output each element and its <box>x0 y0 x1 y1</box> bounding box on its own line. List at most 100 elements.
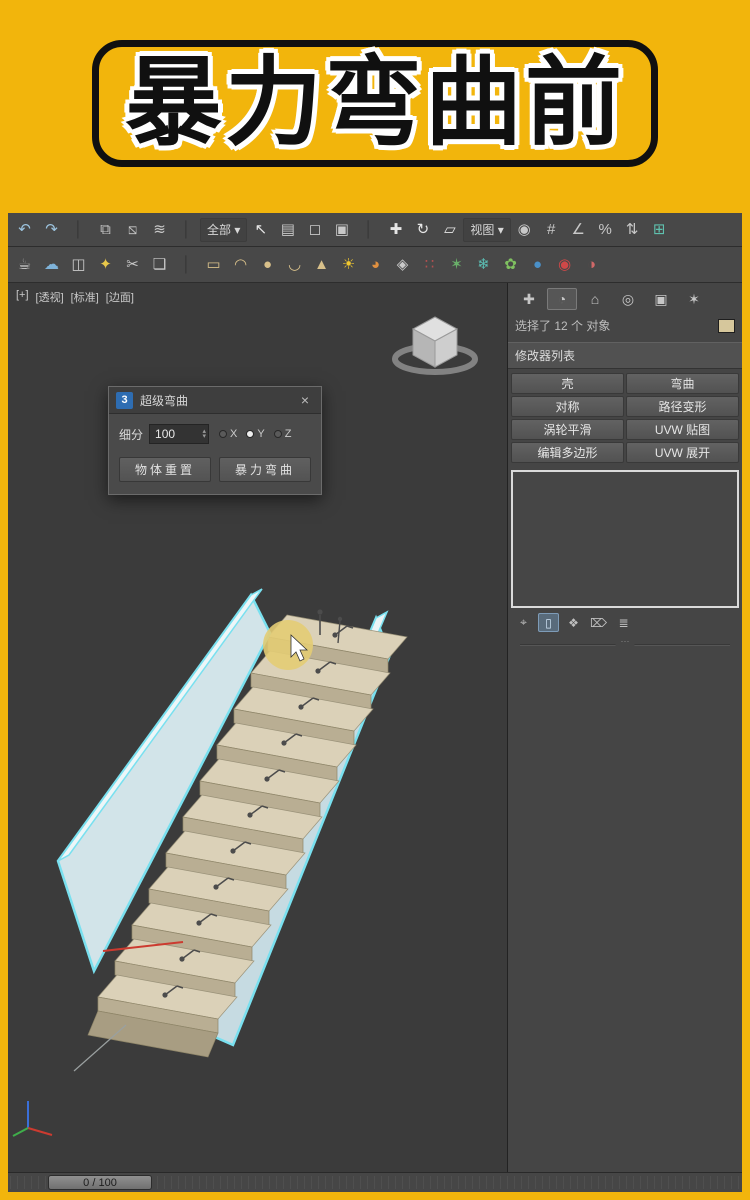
angle-snap-icon[interactable]: ∠ <box>565 216 592 243</box>
edit-named-selection-icon[interactable]: ⊞ <box>646 216 673 243</box>
unlink-selection-icon[interactable]: ⧅ <box>119 216 146 243</box>
sphere-primitive-icon[interactable]: ● <box>254 251 281 278</box>
axis-x-radio[interactable]: X <box>219 428 237 440</box>
viewport-menu-pov[interactable]: [透视] <box>36 289 64 305</box>
percent-snap-icon[interactable]: % <box>592 216 619 243</box>
modify-tab[interactable]: ◔ <box>547 288 577 310</box>
cone-primitive-icon[interactable]: ▲ <box>308 251 335 278</box>
viewport-menu-general[interactable]: [+] <box>16 289 29 305</box>
axis-radio-group: X Y Z <box>219 428 291 440</box>
object-color-swatch[interactable] <box>718 318 735 333</box>
rollout-divider <box>520 644 730 646</box>
plant-icon[interactable]: ✿ <box>497 251 524 278</box>
viewcube-gizmo[interactable] <box>392 316 478 375</box>
color-wheel-icon[interactable]: ◉ <box>551 251 578 278</box>
create-tab[interactable]: ✚ <box>514 288 544 310</box>
command-panel: ✚ ◔ ⌂ ◎ ▣ ✶ 选择了 12 个 对象 修改器列表 壳 弯曲 对称 路径… <box>508 283 742 1172</box>
box-primitive-icon[interactable]: ▭ <box>200 251 227 278</box>
snowflake-icon[interactable]: ❄ <box>470 251 497 278</box>
configure-modifier-sets-icon[interactable]: ≣ <box>613 613 634 632</box>
selection-filter-dropdown[interactable]: 全部 ▾ <box>200 217 248 242</box>
window-crossing-icon[interactable]: ▣ <box>328 216 355 243</box>
pin-stack-icon[interactable]: ⌖ <box>513 613 534 632</box>
object-reset-button[interactable]: 物体重置 <box>119 457 211 482</box>
viewport-menu-display[interactable]: [边面] <box>106 289 134 305</box>
dialog-app-icon: 3 <box>116 391 133 409</box>
particles-icon[interactable]: ∷ <box>416 251 443 278</box>
geosphere-icon[interactable]: ◕ <box>362 251 389 278</box>
modifier-button-grid: 壳 弯曲 对称 路径变形 涡轮平滑 UVW 贴图 编辑多边形 UVW 展开 <box>508 373 742 463</box>
modifier-stack-list[interactable] <box>511 470 739 608</box>
modifier-edit-poly-button[interactable]: 编辑多边形 <box>511 442 624 463</box>
select-and-rotate-icon[interactable]: ↻ <box>409 216 436 243</box>
banner: 暴力弯曲前 <box>92 40 658 167</box>
make-unique-icon[interactable]: ❖ <box>563 613 584 632</box>
modifier-symmetry-button[interactable]: 对称 <box>511 396 624 417</box>
render-teapot-icon[interactable]: ☕ <box>11 251 38 278</box>
reference-coordinate-dropdown[interactable]: 视图 ▾ <box>463 217 511 242</box>
select-and-move-icon[interactable]: ✚ <box>382 216 409 243</box>
subdivision-label: 细分 <box>119 427 144 442</box>
subdivision-spinner[interactable]: 100 ▴ ▾ <box>149 424 210 444</box>
modifier-bend-button[interactable]: 弯曲 <box>626 373 739 394</box>
violent-bend-button[interactable]: 暴力弯曲 <box>219 457 311 482</box>
3dsmax-window: ↶ ↷ │ ⧉ ⧅ ≋ │ 全部 ▾ ↖ ▤ ◻ ▣ │ ✚ ↻ ▱ 视图 ▾ … <box>8 213 742 1192</box>
toolbar-separator: │ <box>364 221 374 238</box>
command-panel-tabs: ✚ ◔ ⌂ ◎ ▣ ✶ <box>508 283 742 313</box>
redo-icon[interactable]: ↷ <box>38 216 65 243</box>
banner-title: 暴力弯曲前 <box>125 48 625 157</box>
half-sphere-icon[interactable]: ◑ <box>578 251 605 278</box>
staircase-model[interactable] <box>56 588 408 1072</box>
spinner-snap-icon[interactable]: ⇅ <box>619 216 646 243</box>
scissors-icon[interactable]: ✂ <box>119 251 146 278</box>
axis-z-radio[interactable]: Z <box>273 428 291 440</box>
selection-count-text: 选择了 12 个 对象 <box>515 319 611 333</box>
dialog-header[interactable]: 3 超级弯曲 × <box>109 387 321 414</box>
select-and-link-icon[interactable]: ⧉ <box>92 216 119 243</box>
lamp-icon[interactable]: ✦ <box>92 251 119 278</box>
viewport-menu-shading[interactable]: [标准] <box>71 289 99 305</box>
modifier-turbosmooth-button[interactable]: 涡轮平滑 <box>511 419 624 440</box>
modifier-path-deform-button[interactable]: 路径变形 <box>626 396 739 417</box>
toolbar-separator: │ <box>181 256 192 273</box>
axis-y-radio[interactable]: Y <box>246 428 265 440</box>
select-and-scale-icon[interactable]: ▱ <box>436 216 463 243</box>
modifier-uvw-map-button[interactable]: UVW 贴图 <box>626 419 739 440</box>
main-area: [+] [透视] [标准] [边面] 3 超级弯曲 × 细分 100 ▴ ▾ X… <box>8 283 742 1172</box>
rectangular-selection-region-icon[interactable]: ◻ <box>301 216 328 243</box>
close-icon[interactable]: × <box>296 392 314 408</box>
net-icon[interactable]: ◈ <box>389 251 416 278</box>
remove-modifier-icon[interactable]: ⌦ <box>588 613 609 632</box>
blue-sphere-icon[interactable]: ● <box>524 251 551 278</box>
modifier-shell-button[interactable]: 壳 <box>511 373 624 394</box>
super-bend-dialog: 3 超级弯曲 × 细分 100 ▴ ▾ X Y Z 物体重置 暴力弯曲 <box>108 386 322 495</box>
select-by-name-icon[interactable]: ▤ <box>274 216 301 243</box>
hierarchy-tab[interactable]: ⌂ <box>580 288 610 310</box>
main-toolbar: ↶ ↷ │ ⧉ ⧅ ≋ │ 全部 ▾ ↖ ▤ ◻ ▣ │ ✚ ↻ ▱ 视图 ▾ … <box>8 213 742 247</box>
bind-to-space-warp-icon[interactable]: ≋ <box>146 216 173 243</box>
secondary-toolbar: ☕ ☁ ◫ ✦ ✂ ❏ │ ▭ ◠ ● ◡ ▲ ☀ ◕ ◈ ∷ ✶ ❄ ✿ ● … <box>8 247 742 283</box>
dome-primitive-icon[interactable]: ◠ <box>227 251 254 278</box>
polyhedron-icon[interactable]: ✶ <box>443 251 470 278</box>
mirror-icon[interactable]: ◫ <box>65 251 92 278</box>
snap-toggle-icon[interactable]: # <box>538 216 565 243</box>
mouse-cursor <box>263 620 313 670</box>
modifier-list-dropdown[interactable]: 修改器列表 <box>508 342 742 369</box>
select-object-icon[interactable]: ↖ <box>247 216 274 243</box>
sun-light-icon[interactable]: ☀ <box>335 251 362 278</box>
time-slider-handle[interactable]: 0 / 100 <box>48 1175 152 1190</box>
modifier-uvw-unwrap-button[interactable]: UVW 展开 <box>626 442 739 463</box>
perspective-viewport[interactable]: [+] [透视] [标准] [边面] 3 超级弯曲 × 细分 100 ▴ ▾ X… <box>8 283 508 1172</box>
motion-tab[interactable]: ◎ <box>613 288 643 310</box>
display-tab[interactable]: ▣ <box>646 288 676 310</box>
show-end-result-icon[interactable]: ▯ <box>538 613 559 632</box>
world-axis-gizmo <box>12 1101 53 1137</box>
bowl-primitive-icon[interactable]: ◡ <box>281 251 308 278</box>
utilities-tab[interactable]: ✶ <box>679 288 709 310</box>
layer-manager-icon[interactable]: ❏ <box>146 251 173 278</box>
cloud-icon[interactable]: ☁ <box>38 251 65 278</box>
spinner-arrows-icon[interactable]: ▴ ▾ <box>203 428 209 440</box>
undo-icon[interactable]: ↶ <box>11 216 38 243</box>
timeline-bar[interactable]: 0 / 100 <box>8 1172 742 1192</box>
use-pivot-point-icon[interactable]: ◉ <box>511 216 538 243</box>
